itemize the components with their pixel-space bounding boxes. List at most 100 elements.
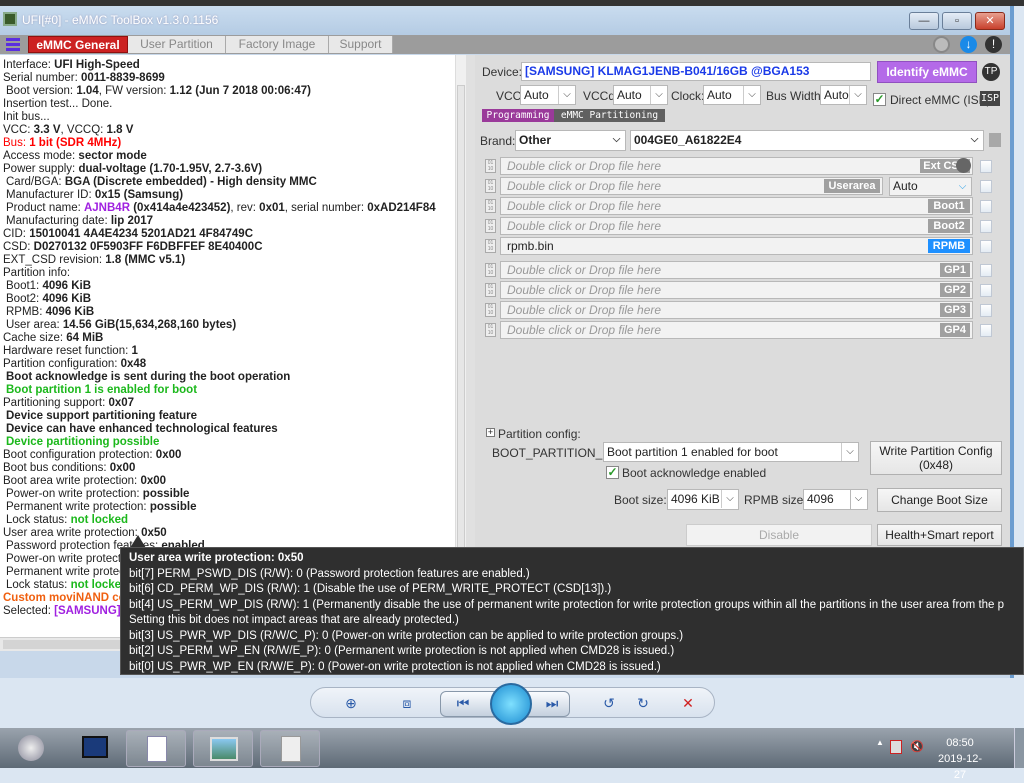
- taskbar-computer-icon[interactable]: [64, 730, 124, 767]
- bus-width-select[interactable]: Auto ⌵: [820, 85, 867, 105]
- tab-support[interactable]: Support: [329, 36, 393, 53]
- subtab-emmc-partitioning[interactable]: eMMC Partitioning: [554, 109, 665, 122]
- tab-user-partition[interactable]: User Partition: [128, 36, 226, 53]
- health-smart-report-button[interactable]: Health+Smart report: [877, 524, 1002, 546]
- show-hidden-icons[interactable]: ▲: [876, 738, 884, 747]
- log-line: RPMB: 4096 KiB: [3, 306, 455, 319]
- log-label: Power-on write protection:: [6, 488, 143, 500]
- file-row-checkbox[interactable]: [980, 304, 992, 317]
- log-value: (0x414a4e423452): [130, 202, 231, 214]
- maximize-button[interactable]: ▫: [942, 12, 972, 30]
- userarea-mode-select[interactable]: Auto ⌵: [889, 177, 972, 196]
- file-row-checkbox[interactable]: [980, 220, 992, 233]
- file-row-boot2[interactable]: Double click or Drop file here: [500, 217, 973, 235]
- minimize-button[interactable]: —: [909, 12, 939, 30]
- slideshow-button[interactable]: [490, 683, 532, 725]
- file-row-checkbox[interactable]: [980, 180, 992, 193]
- speaker-muted-icon[interactable]: 🔇: [910, 740, 924, 754]
- tab-factory-image[interactable]: Factory Image: [226, 36, 329, 53]
- delete-icon[interactable]: ✕: [677, 694, 699, 712]
- taskbar-notepad-icon[interactable]: [260, 730, 320, 767]
- tooltip-line: bit[6] CD_PERM_WP_DIS (R/W): 1 (Disable …: [129, 583, 612, 595]
- log-line: Power supply: dual-voltage (1.70-1.95V, …: [3, 163, 455, 176]
- info-icon[interactable]: !: [985, 36, 1002, 53]
- log-value: not locked: [70, 514, 129, 526]
- tooltip-line: bit[3] US_PWR_WP_DIS (R/W/C_P): 0 (Power…: [129, 629, 684, 642]
- file-row-gp1[interactable]: Double click or Drop file here: [500, 261, 973, 279]
- file-row-boot1[interactable]: Double click or Drop file here: [500, 197, 973, 215]
- file-row-checkbox[interactable]: [980, 284, 992, 297]
- taskbar-photo-viewer-icon[interactable]: [193, 730, 253, 767]
- rpmb-size-select[interactable]: 4096 KiB: [803, 489, 851, 510]
- file-drop-field[interactable]: Double click or Drop file here: [500, 301, 973, 319]
- direct-emmc-checkbox[interactable]: ✓: [873, 93, 886, 106]
- zoom-icon[interactable]: ⊕: [340, 694, 362, 712]
- log-line: CSD: D0270132 0F5903FF F6DBFFEF 8E40400C: [3, 241, 455, 254]
- next-icon[interactable]: ⏭: [541, 694, 563, 712]
- subtab-programming[interactable]: Programming: [482, 109, 554, 122]
- file-row-checkbox[interactable]: [980, 324, 992, 337]
- file-row-gp3[interactable]: Double click or Drop file here: [500, 301, 973, 319]
- network-status-icon[interactable]: [890, 740, 902, 754]
- log-label: VCC:: [3, 124, 34, 136]
- file-row-rpmb[interactable]: rpmb.bin: [500, 237, 973, 255]
- start-button[interactable]: [18, 735, 44, 761]
- device-field[interactable]: [SAMSUNG] KLMAG1JENB-B041/16GB @BGA153: [521, 62, 871, 81]
- log-label: , FW version:: [98, 85, 170, 97]
- download-icon[interactable]: ↓: [960, 36, 977, 53]
- file-drop-field[interactable]: rpmb.bin: [500, 237, 973, 255]
- clock-select[interactable]: Auto ⌵: [703, 85, 761, 105]
- close-button[interactable]: ✕: [975, 12, 1005, 30]
- file-row-checkbox[interactable]: [980, 200, 992, 213]
- rpmb-size-dropdown[interactable]: ⌵: [850, 489, 868, 510]
- log-value: 1.12 (Jun 7 2018 00:06:47): [169, 85, 311, 97]
- identify-emmc-button[interactable]: Identify eMMC: [877, 61, 977, 83]
- taskbar-clock[interactable]: 08:50 2019-12-27: [935, 735, 985, 783]
- tp-badge[interactable]: TP: [982, 63, 1000, 81]
- change-boot-size-button[interactable]: Change Boot Size: [877, 488, 1002, 512]
- taskbar-ufi-icon[interactable]: [126, 730, 186, 767]
- file-row-checkbox[interactable]: [980, 160, 992, 173]
- boot-size-select[interactable]: 4096 KiB ⌵: [667, 489, 739, 510]
- disable-perm-write-protect-button[interactable]: Disable PERM_WRITE_PROTECT: [686, 524, 872, 562]
- log-value: 1.04: [76, 85, 99, 97]
- hamburger-menu-icon[interactable]: [6, 38, 20, 51]
- show-desktop-button[interactable]: [1014, 728, 1024, 768]
- rotate-right-icon[interactable]: ↻: [632, 694, 654, 712]
- vcc-select[interactable]: Auto ⌵: [520, 85, 576, 105]
- log-line: Partition info:: [3, 267, 455, 280]
- vccq-select[interactable]: Auto ⌵: [613, 85, 668, 105]
- file-drop-field[interactable]: Double click or Drop file here: [500, 197, 973, 215]
- vcc-value: Auto: [524, 88, 549, 102]
- file-row-checkbox[interactable]: [980, 264, 992, 277]
- file-drop-field[interactable]: Double click or Drop file here: [500, 321, 973, 339]
- firmware-select[interactable]: 004GE0_A61822E4 ⌵: [630, 130, 984, 151]
- boot-partition-select[interactable]: Boot partition 1 enabled for boot ⌵: [603, 442, 859, 462]
- boot-size-value: 4096 KiB: [671, 492, 720, 506]
- fit-to-window-icon[interactable]: ⧈: [396, 694, 418, 712]
- file-row-gp2[interactable]: Double click or Drop file here: [500, 281, 973, 299]
- tab-emmc-general[interactable]: eMMC General: [28, 36, 128, 53]
- file-row-ext-csd[interactable]: Double click or Drop file here: [500, 157, 973, 175]
- boot-ack-checkbox[interactable]: ✓: [606, 466, 619, 479]
- chevron-down-icon: ⌵: [970, 134, 979, 145]
- folder-icon[interactable]: [989, 133, 1001, 147]
- log-line: Partitioning support: 0x07: [3, 397, 455, 410]
- file-row-checkbox[interactable]: [980, 240, 992, 253]
- network-icon[interactable]: [933, 36, 950, 53]
- boot-partition-en-label: BOOT_PARTITION_EN: [492, 446, 619, 460]
- file-row-gp4[interactable]: Double click or Drop file here: [500, 321, 973, 339]
- file-drop-field[interactable]: Double click or Drop file here: [500, 217, 973, 235]
- write-partition-config-button[interactable]: Write Partition Config (0x48): [870, 441, 1002, 475]
- rotate-left-icon[interactable]: ↺: [598, 694, 620, 712]
- log-line: Boot configuration protection: 0x00: [3, 449, 455, 462]
- file-drop-field[interactable]: Double click or Drop file here: [500, 261, 973, 279]
- gear-icon[interactable]: [956, 158, 971, 173]
- rpmb-size-label: RPMB size:: [744, 493, 807, 507]
- brand-select[interactable]: Other ⌵: [515, 130, 626, 151]
- expand-icon[interactable]: +: [486, 428, 495, 437]
- file-drop-field[interactable]: Double click or Drop file here: [500, 281, 973, 299]
- previous-icon[interactable]: ⏮: [452, 694, 474, 712]
- log-label: Boot2:: [6, 293, 43, 305]
- file-drop-field[interactable]: Double click or Drop file here: [500, 157, 973, 175]
